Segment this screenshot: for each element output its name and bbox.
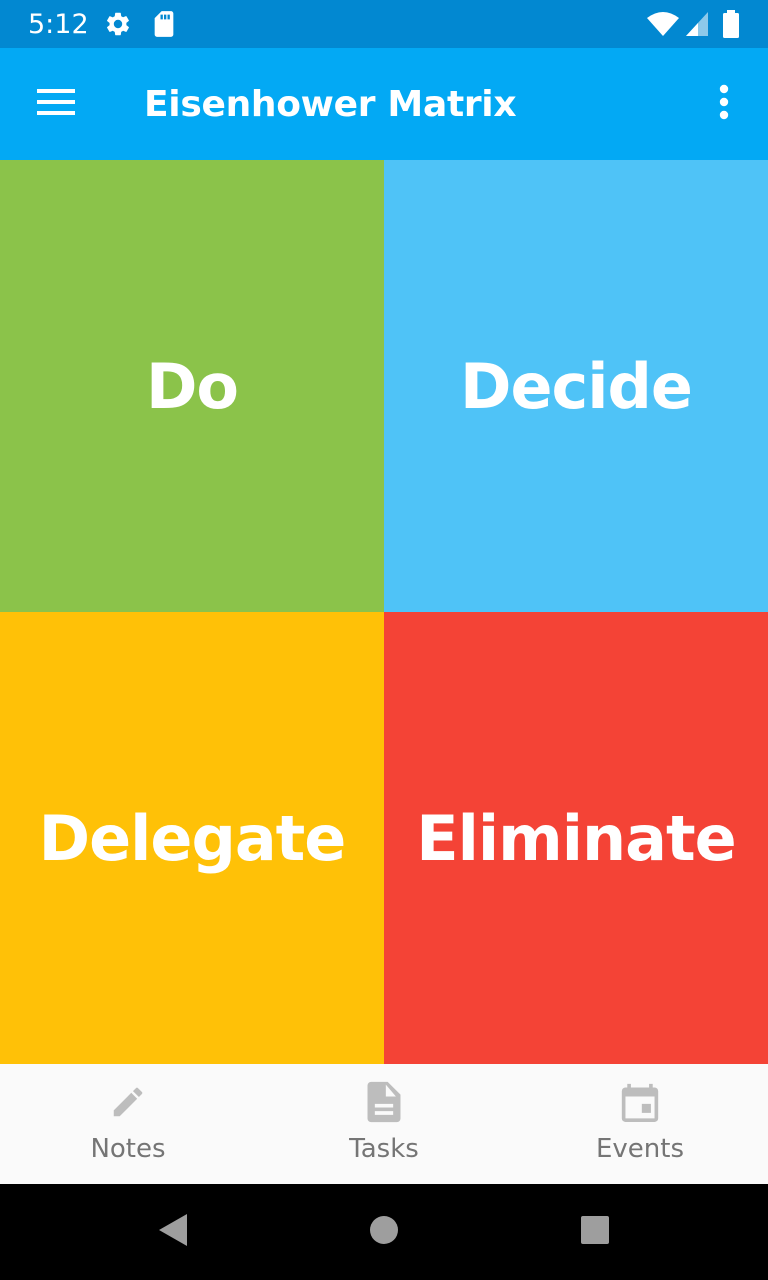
nav-item-events[interactable]: Events xyxy=(512,1064,768,1184)
quadrant-delegate[interactable]: Delegate xyxy=(0,612,384,1064)
quadrant-eliminate[interactable]: Eliminate xyxy=(384,612,768,1064)
pencil-icon xyxy=(109,1080,147,1124)
back-button[interactable] xyxy=(148,1208,196,1256)
status-time: 5:12 xyxy=(28,9,89,40)
recents-button[interactable] xyxy=(571,1208,619,1256)
menu-button[interactable] xyxy=(20,68,92,140)
recents-icon xyxy=(580,1215,610,1250)
nav-item-notes[interactable]: Notes xyxy=(0,1064,256,1184)
app-title: Eisenhower Matrix xyxy=(144,84,517,125)
settings-icon xyxy=(104,10,132,38)
overflow-menu-button[interactable] xyxy=(700,68,748,140)
bottom-navigation: Notes Tasks Events xyxy=(0,1064,768,1184)
wifi-icon xyxy=(646,10,680,38)
quadrant-decide[interactable]: Decide xyxy=(384,160,768,612)
battery-icon xyxy=(722,10,740,38)
sd-card-icon xyxy=(152,10,176,38)
nav-label-events: Events xyxy=(595,1134,685,1164)
more-vert-icon xyxy=(718,84,730,125)
document-icon xyxy=(365,1080,403,1124)
quadrant-do[interactable]: Do xyxy=(0,160,384,612)
home-icon xyxy=(369,1215,399,1250)
back-icon xyxy=(155,1212,189,1253)
status-bar: 5:12 xyxy=(0,0,768,48)
app-bar: Eisenhower Matrix xyxy=(0,48,768,160)
nav-label-notes: Notes xyxy=(90,1134,166,1164)
quadrant-label: Do xyxy=(145,349,239,423)
home-button[interactable] xyxy=(360,1208,408,1256)
quadrant-label: Decide xyxy=(460,349,693,423)
quadrant-label: Eliminate xyxy=(416,801,736,875)
nav-label-tasks: Tasks xyxy=(349,1134,419,1164)
menu-icon xyxy=(36,87,76,122)
quadrant-label: Delegate xyxy=(38,801,347,875)
nav-item-tasks[interactable]: Tasks xyxy=(256,1064,512,1184)
calendar-icon xyxy=(620,1080,660,1124)
system-navigation-bar xyxy=(0,1184,768,1280)
signal-icon xyxy=(684,10,710,38)
